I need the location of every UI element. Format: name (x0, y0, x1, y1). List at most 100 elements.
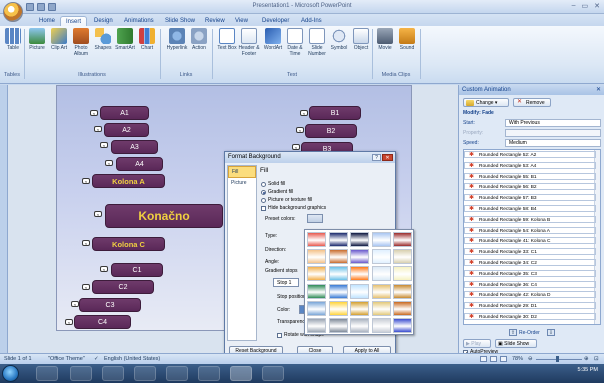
animation-list-item[interactable]: ✱ Rounded Rectangle 57: B3 (464, 194, 596, 202)
slide-show-view-icon[interactable] (500, 356, 507, 362)
animation-list-item[interactable]: ✱ Rounded Rectangle 54: Kolona A (464, 226, 596, 234)
picture-texture-fill-option[interactable]: Picture or texture fill (261, 197, 312, 203)
shape-a2[interactable]: A2 (104, 123, 149, 137)
shape-b1[interactable]: B1 (309, 106, 361, 120)
photo-album-button[interactable]: Photo Album (70, 28, 92, 57)
animation-list-item[interactable]: ✱ Rounded Rectangle 30: D2 (464, 313, 596, 320)
animation-list-item[interactable]: ✱ Rounded Rectangle 59: Kolona B (464, 215, 596, 223)
zoom-slider-thumb[interactable] (556, 356, 559, 362)
shape-c3[interactable]: C3 (79, 298, 141, 312)
slide-number-button[interactable]: Slide Number (306, 28, 328, 57)
shape-b2[interactable]: B2 (305, 124, 357, 138)
animation-tag[interactable]: ≈ (82, 178, 90, 184)
shape-c4[interactable]: C4 (74, 315, 131, 329)
animation-tag[interactable]: ≈ (82, 240, 90, 246)
office-button[interactable] (3, 2, 23, 22)
preset-swatch[interactable] (328, 300, 348, 316)
picture-button[interactable]: Picture (26, 28, 48, 52)
preset-swatch[interactable] (328, 232, 348, 247)
action-button[interactable]: Action (188, 28, 210, 52)
preset-swatch[interactable] (350, 232, 369, 247)
shape-c2[interactable]: C2 (92, 280, 154, 294)
tab-add-ins[interactable]: Add-Ins (296, 16, 327, 26)
movie-button[interactable]: Movie (374, 28, 396, 52)
preset-swatch[interactable] (371, 318, 391, 333)
preset-colors-dropdown[interactable] (307, 214, 323, 223)
shape-a1[interactable]: A1 (100, 106, 149, 120)
animation-tag[interactable]: ≈ (105, 160, 113, 166)
tab-slide-show[interactable]: Slide Show (160, 16, 200, 26)
explorer-icon[interactable] (36, 366, 58, 381)
slide-show-button[interactable]: ▣ Slide Show (495, 339, 537, 348)
maximize-button[interactable]: ▭ (582, 2, 589, 10)
animation-tag[interactable]: ≈ (100, 142, 108, 148)
animation-tag[interactable]: ≈ (300, 110, 308, 116)
sound-button[interactable]: Sound (396, 28, 418, 52)
zoom-out-icon[interactable]: ⊖ (528, 354, 533, 364)
help-button[interactable]: ? (372, 154, 381, 161)
symbol-button[interactable]: Symbol (328, 28, 350, 52)
animation-tag[interactable]: ≈ (100, 266, 108, 272)
firefox-icon[interactable] (102, 366, 124, 381)
preset-swatch[interactable] (328, 318, 348, 333)
shape-a3[interactable]: A3 (111, 140, 158, 154)
animation-list-item[interactable]: ✱ Rounded Rectangle 41: Kolona C (464, 237, 596, 245)
category-picture[interactable]: Picture (228, 178, 256, 188)
paint-icon[interactable] (262, 366, 284, 381)
preset-swatch[interactable] (328, 266, 348, 282)
tab-animations[interactable]: Animations (119, 16, 159, 26)
preset-swatch[interactable] (393, 283, 412, 299)
zoom-level[interactable]: 78% (512, 354, 523, 364)
tab-review[interactable]: Review (200, 16, 230, 26)
preset-swatch[interactable] (328, 249, 348, 265)
preset-swatch[interactable] (350, 283, 369, 299)
preset-swatch[interactable] (393, 249, 412, 265)
preset-swatch[interactable] (393, 300, 412, 316)
animation-tag[interactable]: ≈ (90, 110, 98, 116)
animation-tag[interactable]: ≈ (296, 127, 304, 133)
animation-tag[interactable]: ≈ (94, 126, 102, 132)
animation-list-item[interactable]: ✱ Rounded Rectangle 56: B2 (464, 183, 596, 191)
zoom-in-icon[interactable]: ⊕ (584, 354, 589, 364)
shape-konacno[interactable]: Konačno (105, 204, 223, 228)
start-dropdown[interactable]: With Previous (505, 119, 601, 127)
app-icon[interactable] (198, 366, 220, 381)
fit-to-window-icon[interactable]: ⊡ (594, 354, 599, 364)
preset-swatch[interactable] (350, 266, 369, 282)
object-button[interactable]: Object (350, 28, 372, 52)
animation-list-item[interactable]: ✱ Rounded Rectangle 55: B1 (464, 172, 596, 180)
animation-list-item[interactable]: ✱ Rounded Rectangle 34: C2 (464, 259, 596, 266)
hyperlink-button[interactable]: Hyperlink (166, 28, 188, 52)
start-button[interactable] (2, 365, 19, 382)
preset-swatch[interactable] (371, 232, 391, 247)
preset-swatch[interactable] (307, 283, 326, 299)
speed-dropdown[interactable]: Medium (505, 139, 601, 147)
slides-pane[interactable] (0, 85, 8, 353)
animation-list-item[interactable]: ✱ Rounded Rectangle 29: D1 (464, 302, 596, 310)
tab-insert[interactable]: Insert (60, 16, 88, 26)
smartart-button[interactable]: SmartArt (114, 28, 136, 52)
animation-tag[interactable]: ≈ (82, 284, 90, 290)
animation-tag[interactable]: ≈ (65, 319, 73, 325)
normal-view-icon[interactable] (480, 356, 487, 362)
stop-dropdown[interactable]: Stop 1 (273, 278, 299, 287)
shape-c1[interactable]: C1 (111, 263, 163, 277)
animation-tag[interactable]: ≈ (292, 144, 300, 150)
animation-list[interactable]: ✱ Rounded Rectangle 52: A2 ✱ Rounded Rectan… (463, 149, 601, 325)
date-time-button[interactable]: Date & Time (284, 28, 306, 57)
preset-swatch[interactable] (350, 300, 369, 316)
preset-swatch[interactable] (371, 266, 391, 282)
slide-sorter-icon[interactable] (490, 356, 497, 362)
preset-swatch[interactable] (328, 283, 348, 299)
move-down-icon[interactable]: ⇩ (547, 329, 555, 336)
minimize-button[interactable]: – (572, 2, 576, 10)
preset-swatch[interactable] (350, 249, 369, 265)
change-button[interactable]: Change ▾ (463, 98, 509, 107)
animation-list-item[interactable]: ✱ Rounded Rectangle 36: C4 (464, 280, 596, 288)
clip-art-button[interactable]: Clip Art (48, 28, 70, 52)
tab-design[interactable]: Design (89, 16, 118, 26)
dialog-close-button[interactable]: ✕ (382, 154, 393, 161)
solid-fill-option[interactable]: Solid fill (261, 181, 285, 187)
animation-list-item[interactable]: ✱ Rounded Rectangle 42: Kolona D (464, 291, 596, 299)
animation-tag[interactable]: ≈ (71, 301, 79, 307)
